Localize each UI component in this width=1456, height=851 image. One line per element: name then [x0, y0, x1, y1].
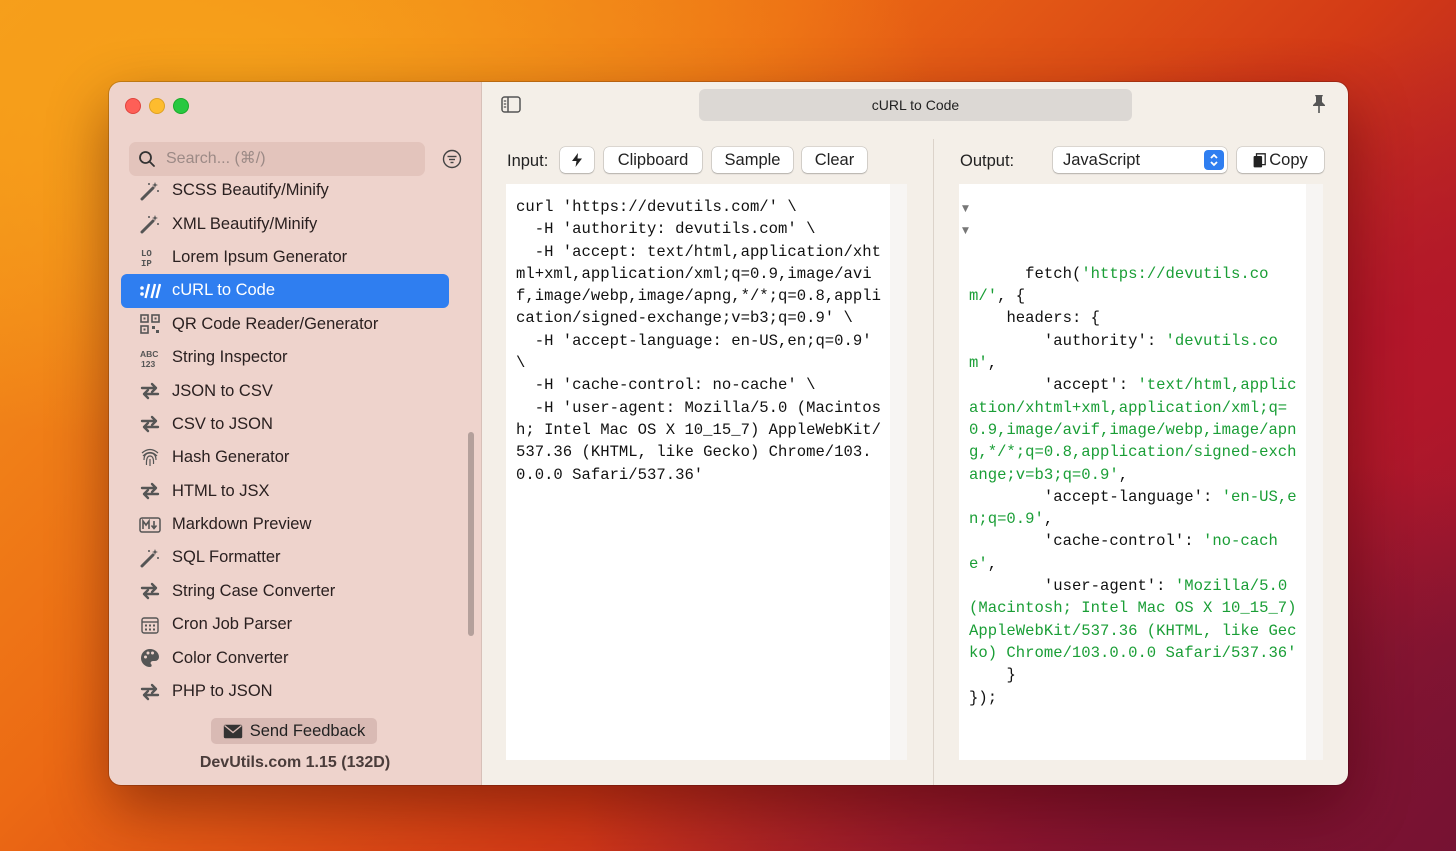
sidebar-item-csv-to-json[interactable]: CSV to JSON	[121, 408, 449, 441]
output-label: Output:	[960, 152, 1015, 170]
search-icon	[139, 151, 155, 167]
output-code: fetch('https://devutils.com/', { headers…	[969, 265, 1306, 707]
code-token: , 'accept':	[987, 354, 1129, 395]
sidebar-item-label: JSON to CSV	[172, 381, 273, 400]
sidebar: SCSS Beautify/Minify XML Beautify/Minify L…	[109, 82, 482, 785]
clear-button[interactable]: Clear	[802, 147, 867, 173]
convert-arrows-icon	[139, 480, 161, 502]
code-token: :	[1146, 331, 1166, 350]
lorem-ipsum-icon: LO IP	[139, 246, 161, 268]
sidebar-item-php-to-json[interactable]: PHP to JSON	[121, 675, 449, 708]
sidebar-item-markdown-preview[interactable]: Markdown Preview	[121, 508, 449, 541]
sidebar-toggle-icon[interactable]	[501, 96, 521, 113]
window-title: cURL to Code	[699, 89, 1132, 121]
sidebar-item-label: XML Beautify/Minify	[172, 214, 318, 233]
copy-icon	[1253, 152, 1267, 167]
close-window-button[interactable]	[125, 98, 141, 114]
envelope-icon	[223, 724, 242, 738]
magic-wand-icon	[139, 213, 161, 235]
qr-code-icon	[139, 313, 161, 335]
filter-icon[interactable]	[442, 149, 462, 169]
sidebar-item-cron-job-parser[interactable]: Cron Job Parser	[121, 608, 449, 641]
sidebar-item-label: cURL to Code	[172, 281, 276, 300]
sidebar-item-string-case-converter[interactable]: String Case Converter	[121, 575, 449, 608]
minimize-window-button[interactable]	[149, 98, 165, 114]
sidebar-item-label: String Inspector	[172, 348, 288, 367]
search-box[interactable]	[129, 142, 425, 176]
output-editor[interactable]: ▼ ▼ fetch('https://devutils.com/', { hea…	[959, 184, 1306, 760]
markdown-icon	[139, 514, 161, 536]
main-panel: cURL to Code Input: Clipboard Sample Cle…	[482, 82, 1348, 785]
sidebar-item-label: PHP to JSON	[172, 682, 273, 701]
sidebar-item-label: Color Converter	[172, 648, 289, 667]
code-token: } });	[969, 666, 1016, 707]
svg-text:123: 123	[141, 359, 155, 368]
copy-label: Copy	[1269, 150, 1308, 169]
auto-run-button[interactable]	[560, 147, 594, 173]
send-feedback-label: Send Feedback	[249, 721, 366, 740]
pin-icon[interactable]	[1312, 94, 1326, 114]
clipboard-button[interactable]: Clipboard	[604, 147, 702, 173]
convert-arrows-icon	[139, 580, 161, 602]
calendar-icon	[139, 614, 161, 636]
language-select-value: JavaScript	[1063, 150, 1141, 169]
sidebar-item-xml-beautify-minify[interactable]: XML Beautify/Minify	[121, 207, 449, 240]
abc-123-icon: ABC 123	[139, 347, 161, 369]
sidebar-item-lorem-ipsum-generator[interactable]: LO IP Lorem Ipsum Generator	[121, 241, 449, 274]
window-controls	[125, 98, 189, 114]
fold-arrow-icon[interactable]: ▼	[962, 220, 969, 242]
sidebar-item-qr-code-reader-generator[interactable]: QR Code Reader/Generator	[121, 308, 449, 341]
copy-button[interactable]: Copy	[1237, 147, 1324, 173]
magic-wand-icon	[139, 547, 161, 569]
sidebar-item-json-to-csv[interactable]: JSON to CSV	[121, 374, 449, 407]
sidebar-item-sql-formatter[interactable]: SQL Formatter	[121, 541, 449, 574]
convert-arrows-icon	[139, 413, 161, 435]
output-scroll-gutter	[1306, 184, 1323, 760]
zoom-window-button[interactable]	[173, 98, 189, 114]
search-input[interactable]	[164, 149, 408, 169]
sidebar-item-label: SCSS Beautify/Minify	[172, 181, 329, 200]
input-editor[interactable]: curl 'https://devutils.com/' \ -H 'autho…	[506, 184, 890, 760]
sidebar-item-label: SQL Formatter	[172, 548, 281, 567]
version-label: DevUtils.com 1.15 (132D)	[199, 754, 391, 771]
convert-arrows-icon	[139, 380, 161, 402]
sidebar-item-color-converter[interactable]: Color Converter	[121, 641, 449, 674]
select-chevron-icon	[1204, 150, 1224, 170]
sidebar-item-string-inspector[interactable]: ABC 123 String Inspector	[121, 341, 449, 374]
svg-text:ABC: ABC	[140, 349, 158, 359]
convert-arrows-icon	[139, 681, 161, 703]
svg-text:IP: IP	[141, 259, 152, 267]
sidebar-item-label: Markdown Preview	[172, 515, 312, 534]
sidebar-item-label: Hash Generator	[172, 448, 290, 467]
svg-text:LO: LO	[141, 249, 152, 259]
language-select[interactable]: JavaScript	[1053, 147, 1227, 173]
sidebar-item-label: String Case Converter	[172, 581, 336, 600]
fold-arrow-icon[interactable]: ▼	[962, 198, 969, 220]
sidebar-item-label: QR Code Reader/Generator	[172, 314, 379, 333]
sidebar-item-label: Lorem Ipsum Generator	[172, 247, 348, 266]
input-scroll-gutter	[890, 184, 907, 760]
sidebar-scrollbar[interactable]	[468, 432, 474, 636]
sidebar-item-hash-generator[interactable]: Hash Generator	[121, 441, 449, 474]
sample-button[interactable]: Sample	[712, 147, 793, 173]
sidebar-item-scss-beautify-minify[interactable]: SCSS Beautify/Minify	[121, 174, 449, 207]
pane-divider[interactable]	[933, 139, 934, 785]
sidebar-item-label: HTML to JSX	[172, 481, 270, 500]
input-label: Input:	[507, 152, 549, 170]
sidebar-item-curl-to-code[interactable]: cURL to Code	[121, 274, 449, 308]
fingerprint-icon	[139, 447, 161, 469]
lightning-icon	[572, 153, 582, 167]
curl-icon	[139, 280, 161, 302]
palette-icon	[139, 647, 161, 669]
sidebar-item-label: CSV to JSON	[172, 414, 273, 433]
app-window: SCSS Beautify/Minify XML Beautify/Minify L…	[109, 82, 1348, 785]
send-feedback-button[interactable]: Send Feedback	[211, 718, 377, 744]
code-token: , 'user-agent':	[987, 554, 1166, 596]
code-token: 'authority'	[1043, 331, 1147, 350]
magic-wand-icon	[139, 180, 161, 202]
sidebar-item-label: Cron Job Parser	[172, 615, 293, 634]
tool-list: SCSS Beautify/Minify XML Beautify/Minify L…	[121, 174, 449, 708]
code-token: fetch(	[1025, 264, 1082, 283]
sidebar-item-html-to-jsx[interactable]: HTML to JSX	[121, 475, 449, 508]
